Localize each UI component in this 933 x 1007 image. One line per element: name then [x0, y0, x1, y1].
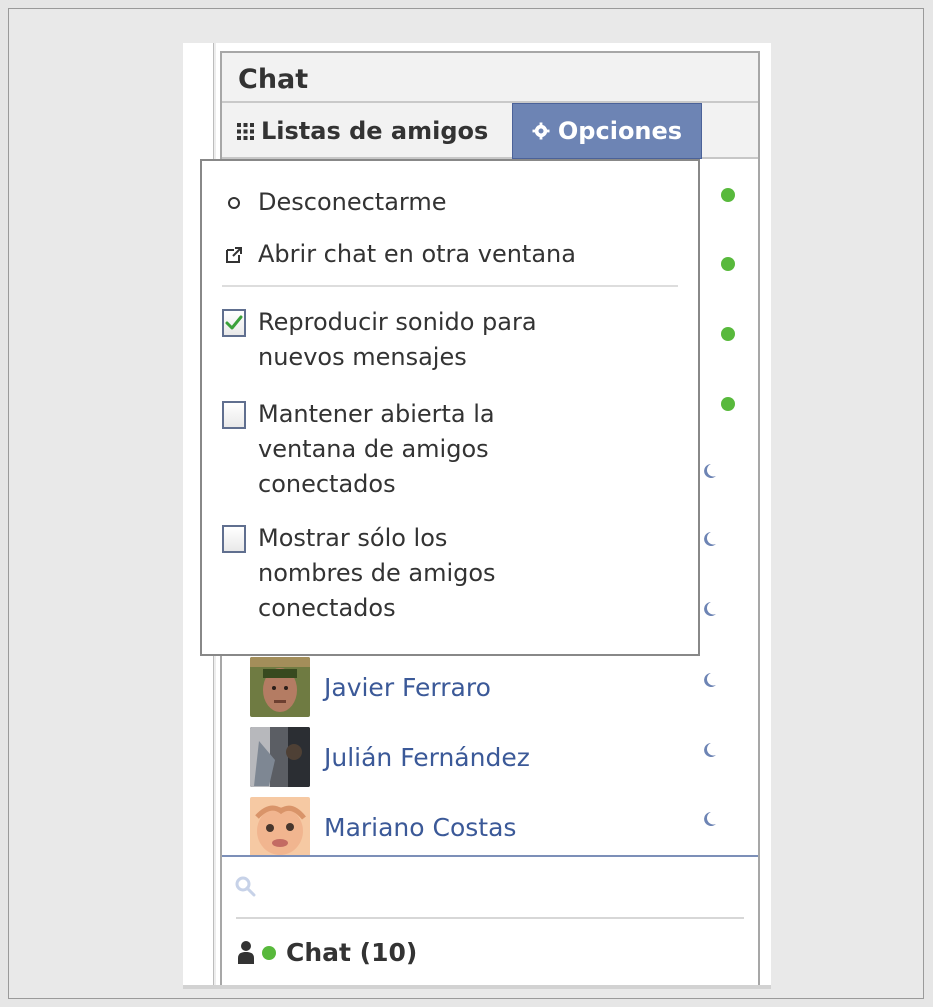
person-icon — [238, 940, 254, 964]
friend-row-mariano-costas[interactable]: Mariano Costas — [250, 797, 730, 857]
online-status-icon — [719, 255, 737, 273]
outer-frame: Chat Listas de amigos Opciones Desconect… — [8, 8, 924, 999]
moon-icon — [704, 532, 716, 546]
online-status-icon — [719, 325, 737, 343]
checkbox-checked[interactable] — [222, 305, 246, 340]
show-only-online-label: Mostrar sólo los nombres de amigos conec… — [258, 524, 496, 622]
footer-divider — [236, 917, 744, 919]
chat-header: Chat — [222, 53, 758, 103]
online-status-icon — [719, 395, 737, 413]
checkmark-icon — [225, 315, 243, 329]
disconnect-menu-item[interactable]: Desconectarme — [222, 185, 447, 220]
checkbox-unchecked[interactable] — [222, 521, 246, 556]
play-sound-label: Reproducir sonido para nuevos mensajes — [258, 308, 537, 371]
chat-screenshot: Chat Listas de amigos Opciones Desconect… — [183, 43, 771, 989]
options-label: Opciones — [557, 117, 683, 145]
circle-icon — [222, 185, 246, 220]
options-tab[interactable]: Opciones — [512, 103, 702, 159]
friend-name: Julián Fernández — [324, 742, 530, 772]
open-chat-window-menu-item[interactable]: Abrir chat en otra ventana — [222, 237, 576, 272]
grid-icon — [237, 122, 254, 140]
play-sound-option[interactable]: Reproducir sonido para nuevos mensajes — [222, 305, 537, 375]
online-status-icon — [719, 186, 737, 204]
chat-toolbar: Listas de amigos Opciones — [222, 103, 758, 159]
menu-divider — [222, 285, 678, 287]
popout-icon — [222, 237, 246, 272]
moon-icon — [704, 464, 716, 478]
chat-title: Chat — [238, 64, 309, 95]
open-chat-window-label: Abrir chat en otra ventana — [258, 240, 576, 268]
friends-lists-label: Listas de amigos — [261, 117, 489, 145]
keep-window-open-option[interactable]: Mantener abierta la ventana de amigos co… — [222, 397, 495, 502]
friends-lists-tab[interactable]: Listas de amigos — [236, 112, 488, 150]
gear-icon — [532, 122, 550, 140]
options-dropdown-menu: Desconectarme Abrir chat en otra ventana — [200, 159, 700, 656]
keep-window-open-label: Mantener abierta la ventana de amigos co… — [258, 400, 495, 498]
show-only-online-option[interactable]: Mostrar sólo los nombres de amigos conec… — [222, 521, 496, 626]
friend-row-javier-ferraro[interactable]: Javier Ferraro — [250, 657, 730, 717]
chat-footer-button[interactable]: Chat (10) — [236, 934, 417, 970]
avatar — [250, 797, 310, 857]
checkbox-unchecked[interactable] — [222, 397, 246, 432]
moon-icon — [704, 602, 716, 616]
friend-list: Javier Ferraro Julián Fernández Mariano … — [222, 643, 758, 857]
friend-search-input[interactable] — [266, 869, 740, 905]
avatar — [250, 727, 310, 787]
avatar — [250, 657, 310, 717]
friend-row-julian-fernandez[interactable]: Julián Fernández — [250, 727, 730, 787]
disconnect-label: Desconectarme — [258, 188, 447, 216]
online-status-icon — [262, 946, 276, 960]
friend-name: Javier Ferraro — [324, 672, 491, 702]
search-icon — [235, 876, 256, 897]
friend-name: Mariano Costas — [324, 812, 517, 842]
friend-search-area — [222, 855, 758, 917]
chat-footer-label: Chat (10) — [286, 937, 418, 967]
chat-panel: Chat Listas de amigos Opciones Desconect… — [200, 51, 760, 985]
